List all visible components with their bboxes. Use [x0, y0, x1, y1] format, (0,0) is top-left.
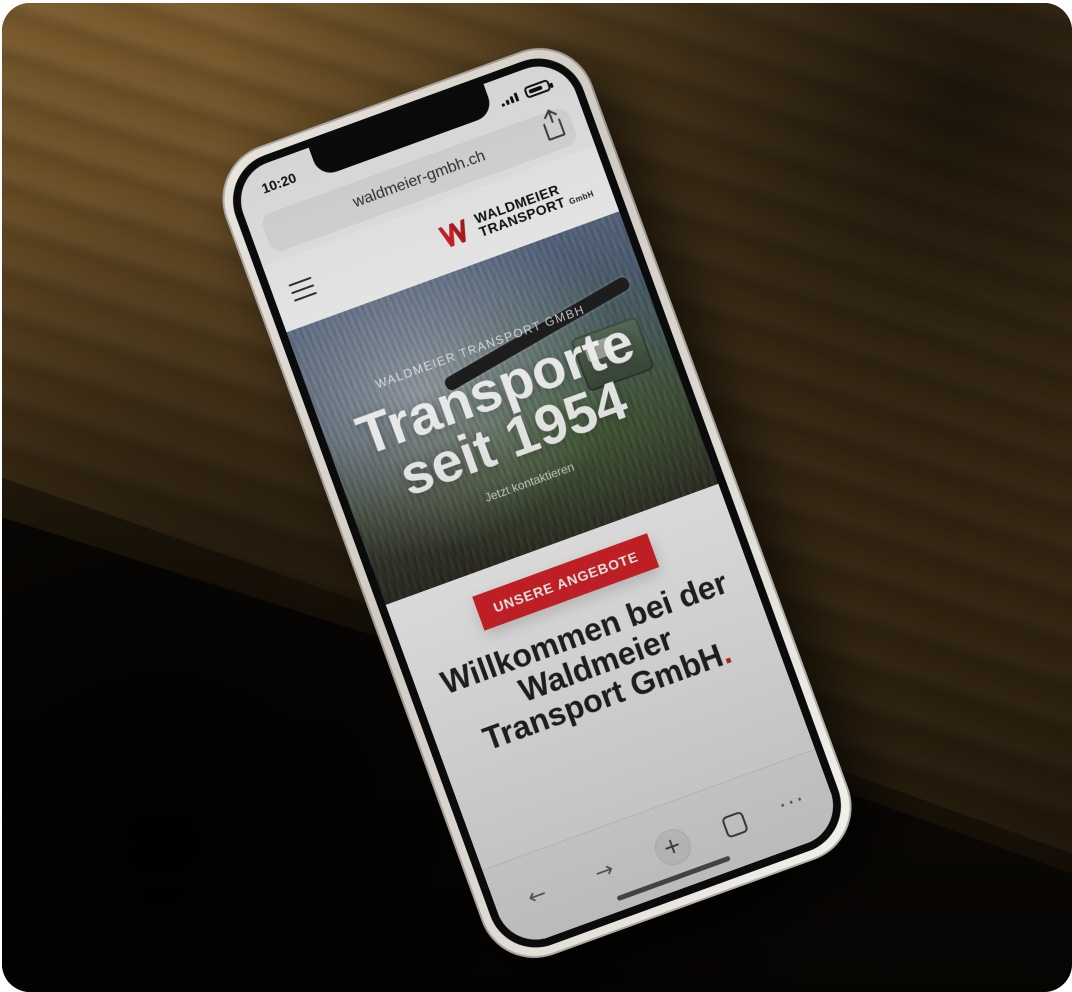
signal-icon: [499, 91, 520, 107]
hamburger-menu-icon[interactable]: [288, 276, 318, 302]
photo-scene: 10:20 waldmeier-gmbh.ch WALDMEIER TRANSP…: [2, 3, 1072, 992]
logo-suffix: GmbH: [567, 189, 596, 207]
battery-level: [528, 85, 543, 94]
new-tab-button[interactable]: +: [649, 823, 696, 871]
tabs-icon[interactable]: [720, 810, 749, 839]
status-icons: [499, 78, 552, 108]
forward-button[interactable]: →: [583, 850, 627, 894]
back-button[interactable]: ←: [516, 874, 560, 918]
share-icon[interactable]: [542, 118, 566, 142]
status-time: 10:20: [259, 169, 299, 197]
logo-mark-icon: [438, 218, 474, 249]
more-button[interactable]: ···: [776, 787, 810, 820]
battery-icon: [523, 78, 552, 99]
